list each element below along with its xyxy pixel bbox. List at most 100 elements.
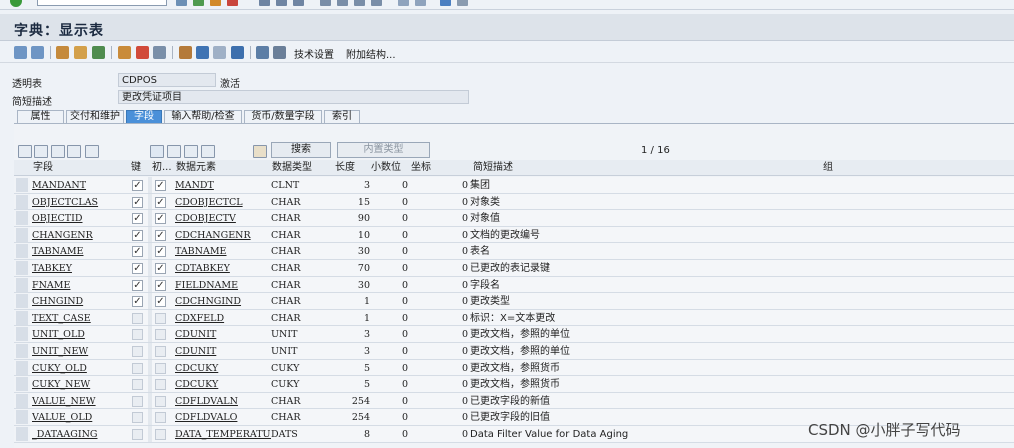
decimals-cell[interactable]: 0	[372, 428, 408, 441]
row-selector[interactable]	[16, 393, 28, 408]
data-element-cell[interactable]: CDCHNGIND	[175, 295, 271, 308]
table-row[interactable]: UNIT_NEW CDUNIT UNIT 3 0 0 更改文档，参照的单位	[14, 343, 1014, 360]
data-element-cell[interactable]: CDCHANGENR	[175, 229, 271, 242]
key-checkbox[interactable]: ✓	[132, 263, 143, 274]
table-contents-icon[interactable]	[273, 46, 286, 59]
display-change-icon[interactable]	[56, 46, 69, 59]
key-checkbox[interactable]: ✓	[132, 296, 143, 308]
tab-attributes[interactable]: 属性	[17, 110, 64, 124]
coordinate-cell[interactable]: 0	[410, 312, 468, 325]
append-structure-button[interactable]: 附加结构...	[346, 46, 396, 61]
short-desc-cell[interactable]: 标识：X=文本更改	[470, 312, 810, 325]
length-cell[interactable]: 70	[332, 262, 370, 275]
activate-icon[interactable]	[118, 46, 131, 59]
short-desc-cell[interactable]: 对象类	[470, 196, 810, 209]
decimals-cell[interactable]: 0	[372, 378, 408, 391]
data-element-cell[interactable]: CDFLDVALO	[175, 411, 271, 424]
info-icon[interactable]	[231, 46, 244, 59]
tab-fields[interactable]: 字段	[126, 110, 162, 124]
decimals-cell[interactable]: 0	[372, 212, 408, 225]
field-name-cell[interactable]: OBJECTCLAS	[32, 196, 128, 209]
key-checkbox[interactable]	[132, 395, 143, 407]
key-checkbox[interactable]	[132, 429, 143, 440]
initial-value-checkbox[interactable]: ✓	[155, 263, 166, 274]
length-cell[interactable]: 3	[332, 179, 370, 192]
table-row[interactable]: VALUE_NEW CDFLDVALN CHAR 254 0 0 已更改字段的新值	[14, 392, 1014, 410]
tab-currency-quantity[interactable]: 货币/数量字段	[244, 110, 322, 124]
short-desc-cell[interactable]: 已更改字段的新值	[470, 395, 810, 408]
initial-value-checkbox[interactable]	[155, 412, 166, 424]
find-next-icon[interactable]	[293, 0, 304, 6]
decimals-cell[interactable]: 0	[372, 411, 408, 424]
key-checkbox[interactable]	[132, 312, 143, 324]
coordinate-cell[interactable]: 0	[410, 395, 468, 408]
coordinate-cell[interactable]: 0	[410, 345, 468, 358]
length-cell[interactable]: 1	[332, 312, 370, 325]
prev-page-icon[interactable]	[337, 0, 348, 6]
object-list-icon[interactable]	[179, 46, 192, 59]
row-selector[interactable]	[16, 211, 28, 226]
table-row[interactable]: TABNAME ✓ ✓ TABNAME CHAR 30 0 0 表名	[14, 243, 1014, 260]
back-icon[interactable]	[193, 0, 204, 6]
decimals-cell[interactable]: 0	[372, 279, 408, 292]
field-name-cell[interactable]: _DATAAGING	[32, 428, 128, 441]
where-used-icon[interactable]	[153, 46, 166, 59]
tab-indexes[interactable]: 索引	[324, 110, 360, 124]
coordinate-cell[interactable]: 0	[410, 428, 468, 441]
data-type-cell[interactable]: CHAR	[271, 279, 331, 292]
data-type-cell[interactable]: UNIT	[271, 328, 331, 341]
field-name-cell[interactable]: UNIT_OLD	[32, 328, 128, 341]
coordinate-cell[interactable]: 0	[410, 362, 468, 375]
length-cell[interactable]: 90	[332, 212, 370, 225]
cancel-icon[interactable]	[227, 0, 238, 6]
data-type-cell[interactable]: CHAR	[271, 411, 331, 424]
initial-value-checkbox[interactable]: ✓	[155, 229, 166, 241]
row-selector[interactable]	[16, 178, 28, 192]
coordinate-cell[interactable]: 0	[410, 262, 468, 275]
col-header-coordinate[interactable]: 坐标	[411, 160, 431, 176]
row-selector[interactable]	[16, 360, 28, 375]
field-name-cell[interactable]: MANDANT	[32, 179, 128, 192]
coordinate-cell[interactable]: 0	[410, 328, 468, 341]
exit-icon[interactable]	[210, 0, 221, 6]
initial-value-checkbox[interactable]	[155, 329, 166, 341]
field-name-cell[interactable]: VALUE_NEW	[32, 395, 128, 408]
coordinate-cell[interactable]: 0	[410, 196, 468, 209]
builtin-type-button[interactable]: 内置类型	[337, 142, 430, 158]
row-selector[interactable]	[16, 377, 28, 392]
short-desc-cell[interactable]: 已更改的表记录键	[470, 262, 810, 275]
key-checkbox[interactable]: ✓	[132, 180, 143, 191]
coordinate-cell[interactable]: 0	[410, 212, 468, 225]
initial-value-checkbox[interactable]	[155, 395, 166, 407]
data-type-cell[interactable]: CHAR	[271, 262, 331, 275]
command-field[interactable]	[37, 0, 167, 6]
coordinate-cell[interactable]: 0	[410, 411, 468, 424]
table-row[interactable]: CHNGIND ✓ ✓ CDCHNGIND CHAR 1 0 0 更改类型	[14, 293, 1014, 310]
length-cell[interactable]: 254	[332, 411, 370, 424]
data-element-cell[interactable]: MANDT	[175, 179, 271, 192]
initial-value-checkbox[interactable]	[155, 346, 166, 357]
coordinate-cell[interactable]: 0	[410, 279, 468, 292]
tab-input-help-check[interactable]: 输入帮助/检查	[164, 110, 242, 124]
data-element-cell[interactable]: CDCUKY	[175, 362, 271, 375]
coordinate-cell[interactable]: 0	[410, 295, 468, 308]
data-element-cell[interactable]: CDUNIT	[175, 328, 271, 341]
data-type-cell[interactable]: UNIT	[271, 345, 331, 358]
initial-value-checkbox[interactable]: ✓	[155, 279, 166, 291]
navigation-window-icon[interactable]	[196, 46, 209, 59]
table-row[interactable]: OBJECTCLAS ✓ ✓ CDOBJECTCL CHAR 15 0 0 对象类	[14, 193, 1014, 211]
length-cell[interactable]: 3	[332, 328, 370, 341]
decimals-cell[interactable]: 0	[372, 345, 408, 358]
table-row[interactable]: FNAME ✓ ✓ FIELDNAME CHAR 30 0 0 字段名	[14, 276, 1014, 294]
data-element-cell[interactable]: CDUNIT	[175, 345, 271, 358]
table-row[interactable]: OBJECTID ✓ ✓ CDOBJECTV CHAR 90 0 0 对象值	[14, 210, 1014, 227]
col-header-length[interactable]: 长度	[335, 160, 355, 176]
field-name-cell[interactable]: TABNAME	[32, 245, 128, 258]
next-page-icon[interactable]	[354, 0, 365, 6]
field-name-cell[interactable]: VALUE_OLD	[32, 411, 128, 424]
row-selector[interactable]	[16, 344, 28, 358]
key-checkbox[interactable]: ✓	[132, 229, 143, 241]
table-row[interactable]: TEXT_CASE CDXFELD CHAR 1 0 0 标识：X=文本更改	[14, 309, 1014, 327]
data-type-cell[interactable]: DATS	[271, 428, 331, 441]
col-header-key[interactable]: 键	[131, 160, 141, 176]
